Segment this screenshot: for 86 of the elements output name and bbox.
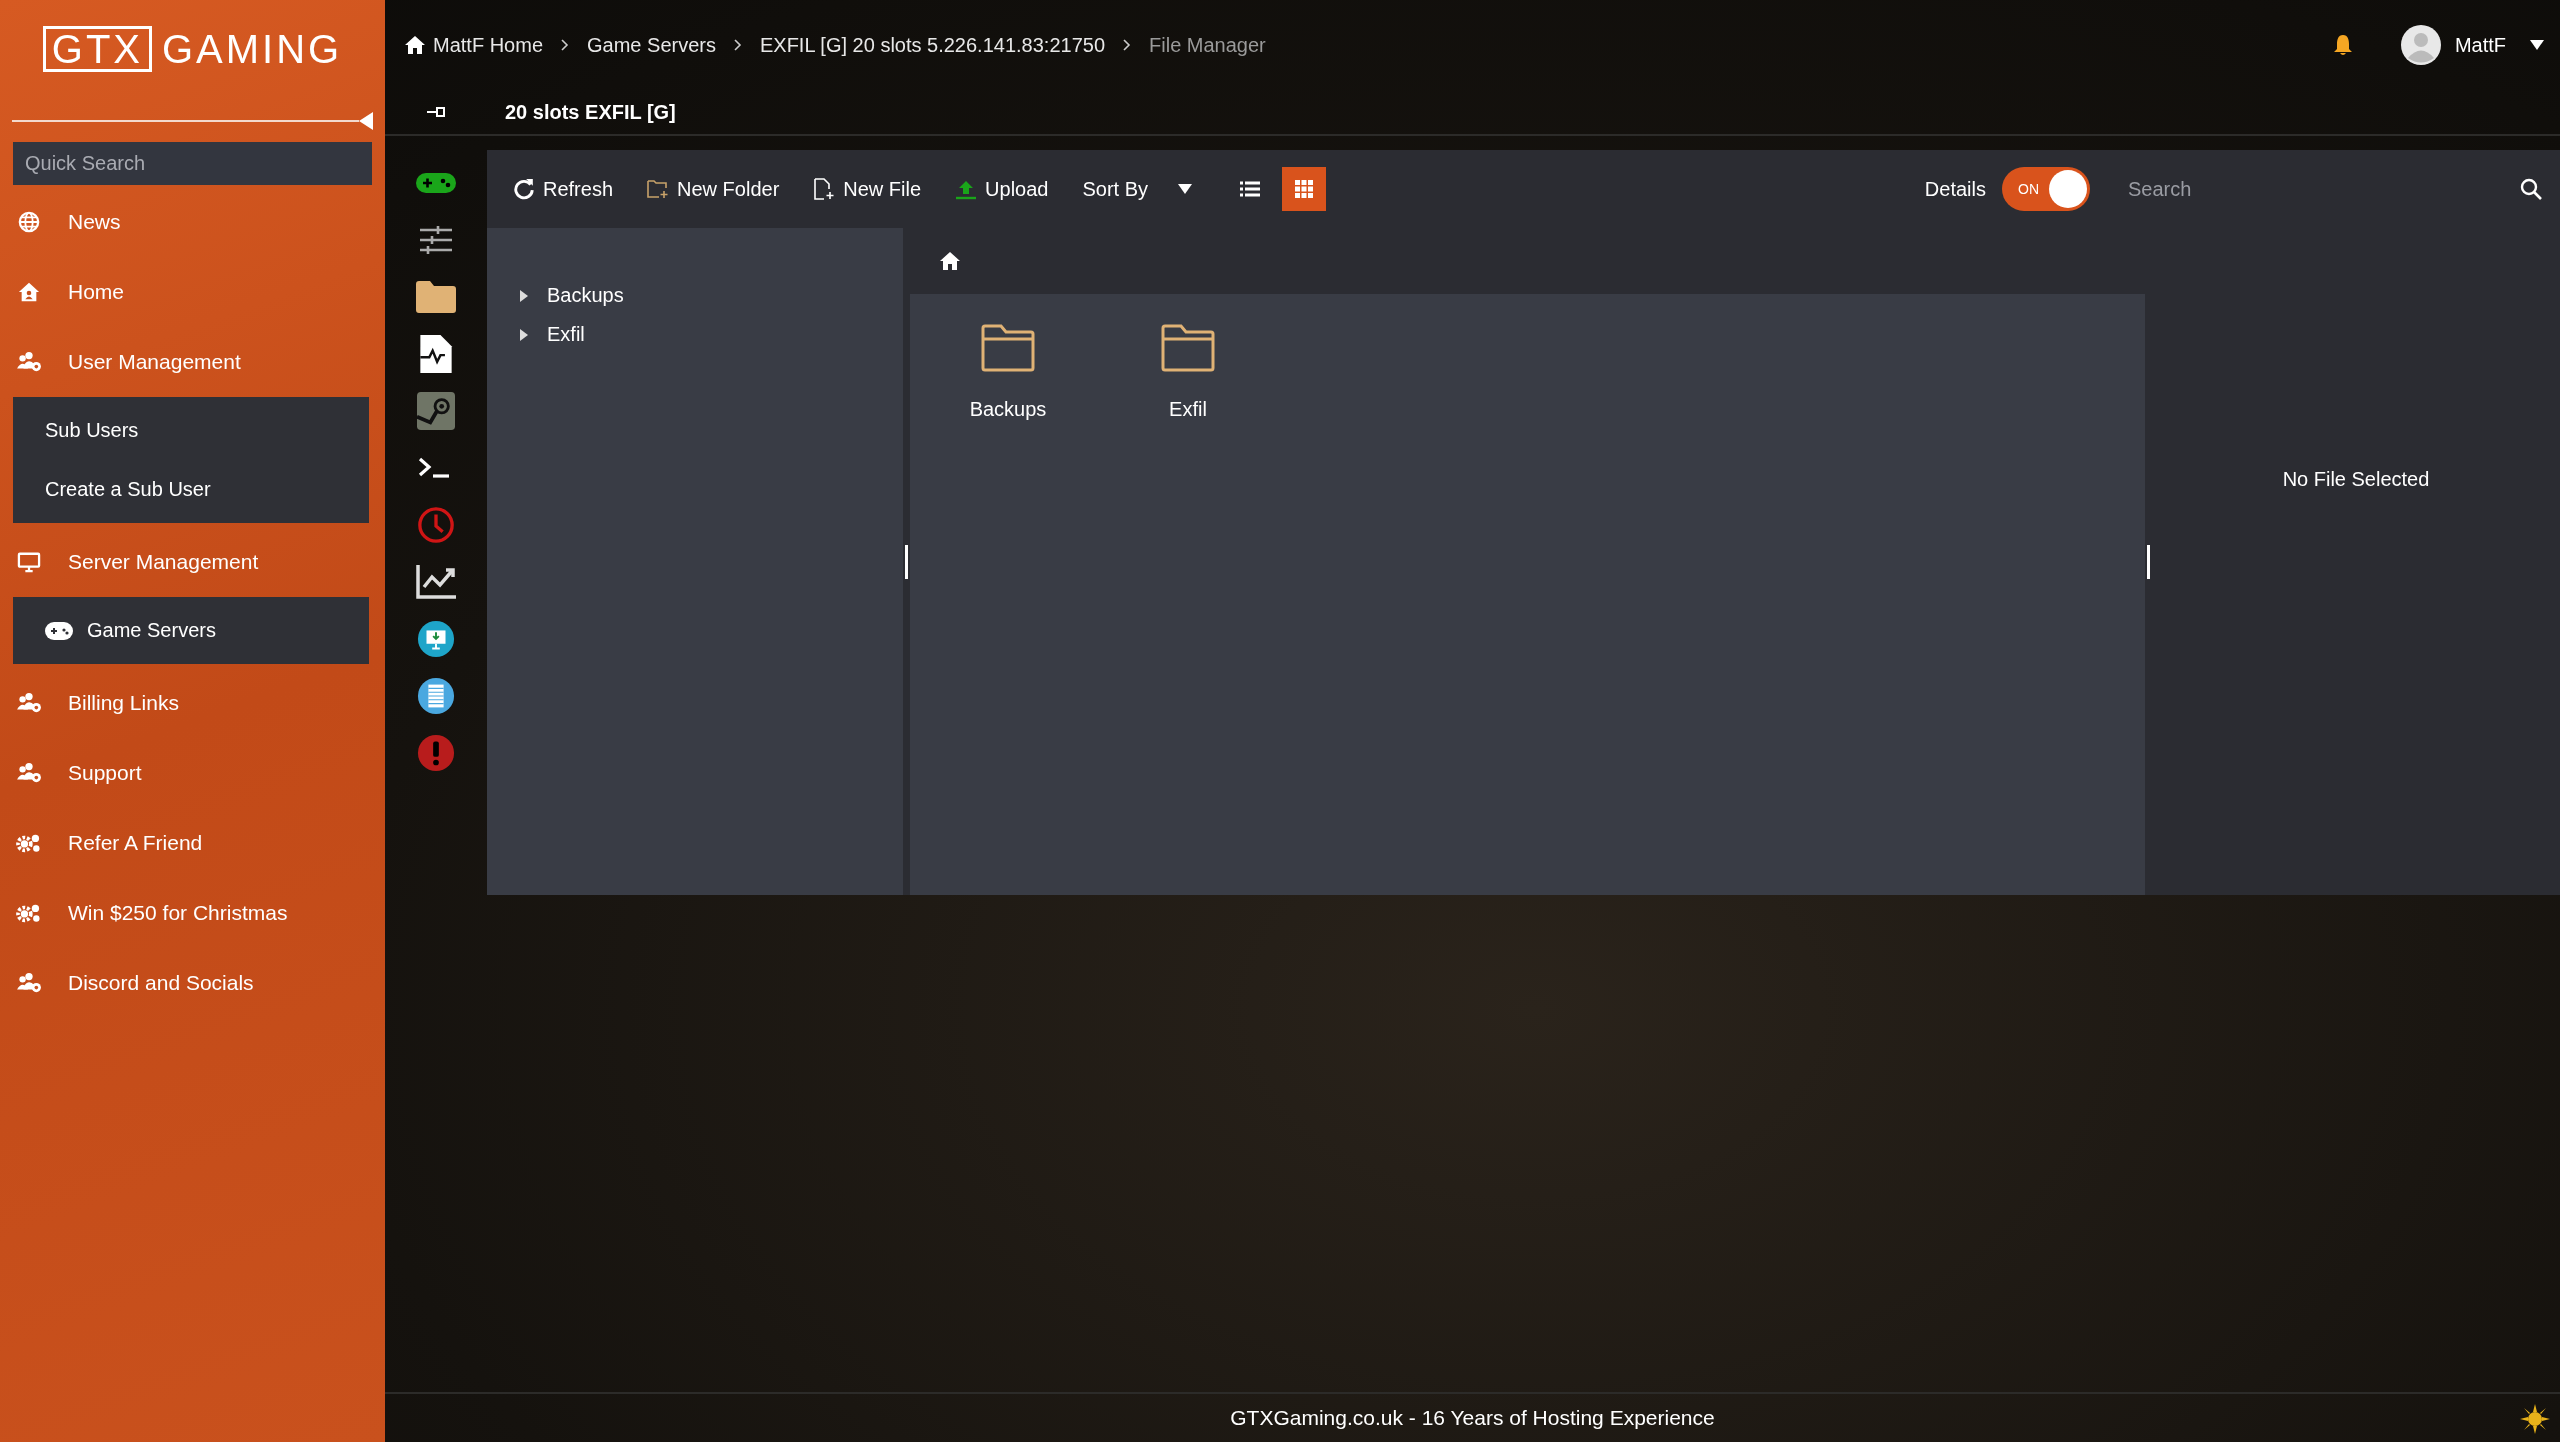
home-icon[interactable] xyxy=(940,252,960,270)
breadcrumb-link[interactable]: Game Servers xyxy=(587,33,716,57)
tree-item[interactable]: Exfil xyxy=(487,323,585,346)
refresh-icon xyxy=(513,178,535,200)
gears-icon xyxy=(16,832,42,854)
sidebar-item-label: Discord and Socials xyxy=(68,971,254,995)
user-name[interactable]: MattF xyxy=(2454,33,2506,57)
monitor-icon xyxy=(16,551,42,573)
caret-icon xyxy=(519,289,529,302)
steam-icon[interactable] xyxy=(416,392,456,430)
home-icon xyxy=(405,36,425,54)
folder-icon[interactable] xyxy=(416,278,456,316)
toolbar-button[interactable]: New Folder xyxy=(635,166,792,212)
house-user-icon xyxy=(16,281,42,303)
sidebar-item[interactable]: Support xyxy=(0,738,142,808)
sidebar-item[interactable]: Server Management xyxy=(0,527,259,597)
sun-icon[interactable] xyxy=(2520,1404,2550,1434)
sidebar-item-label: Server Management xyxy=(68,550,259,574)
breadcrumb-link[interactable]: MattF Home xyxy=(405,33,544,57)
tree-item[interactable]: Backups xyxy=(487,284,624,307)
collapse-arrow-icon[interactable] xyxy=(359,112,373,130)
toolbar-button[interactable]: New File xyxy=(801,166,934,212)
monitor-download-icon[interactable] xyxy=(416,620,456,658)
gamepad-icon xyxy=(45,621,73,640)
sidebar-item-label: Support xyxy=(68,761,142,785)
clock-icon[interactable] xyxy=(416,506,456,544)
no-file-message: No File Selected xyxy=(2282,468,2430,492)
details-toggle[interactable]: ON xyxy=(2002,167,2090,211)
submenu-item[interactable]: Sub Users xyxy=(13,401,139,460)
sidebar-item-label: Refer A Friend xyxy=(68,831,203,855)
file-plus-icon xyxy=(813,178,836,200)
folder-plus-icon xyxy=(647,178,670,200)
caret-icon xyxy=(1178,184,1193,194)
grid-view-button[interactable] xyxy=(1282,167,1327,211)
users-gear-icon xyxy=(16,351,42,373)
breadcrumb-link[interactable]: File Manager xyxy=(1149,33,1266,57)
resize-handle[interactable] xyxy=(905,544,908,579)
upload-icon xyxy=(955,178,978,200)
sidebar-item[interactable]: User Management xyxy=(0,327,241,397)
sidebar-item-label: News xyxy=(68,210,121,234)
search-icon[interactable] xyxy=(2520,178,2542,200)
toolbar-button[interactable]: Refresh xyxy=(501,166,626,212)
sidebar-item[interactable]: Billing Links xyxy=(0,668,179,738)
sidebar-item[interactable]: Win $250 for Christmas xyxy=(0,878,288,948)
grid-icon xyxy=(1295,180,1314,198)
sidebar-item-label: Billing Links xyxy=(68,691,179,715)
toolbar-button[interactable]: Upload xyxy=(943,166,1061,212)
server-title: 20 slots EXFIL [G] xyxy=(505,100,676,124)
chevron-icon xyxy=(1123,39,1132,51)
users-gear-icon xyxy=(16,972,42,994)
sidebar-item-label: Win $250 for Christmas xyxy=(68,901,288,925)
avatar-icon[interactable] xyxy=(2400,25,2441,65)
resize-handle[interactable] xyxy=(2147,544,2150,579)
sidebar-item-label: User Management xyxy=(68,350,241,374)
caret-icon xyxy=(519,328,529,341)
sidebar-item-label: Home xyxy=(68,280,125,304)
gears-icon xyxy=(16,902,42,924)
sort-dropdown[interactable]: Sort By xyxy=(1070,166,1205,212)
quick-search-field[interactable]: Quick Search xyxy=(13,142,372,185)
list-icon xyxy=(1240,181,1261,197)
submenu-item[interactable]: Game Servers xyxy=(13,601,216,660)
folder-item[interactable]: Exfil xyxy=(1138,324,1238,421)
search-field[interactable]: Search xyxy=(2126,166,2510,212)
alert-icon[interactable] xyxy=(416,734,456,772)
caret-icon[interactable] xyxy=(2530,40,2544,50)
folder-icon xyxy=(1161,324,1215,372)
logo[interactable]: GTX GAMING xyxy=(42,26,343,72)
folder-icon xyxy=(981,324,1035,372)
folder-item[interactable]: Backups xyxy=(958,324,1058,421)
sidebar-item[interactable]: Home xyxy=(0,257,125,327)
chart-line-icon[interactable] xyxy=(416,563,456,601)
users-gear-icon xyxy=(16,692,42,714)
globe-icon xyxy=(16,211,42,233)
bell-icon[interactable] xyxy=(2332,34,2353,56)
chevron-icon xyxy=(561,39,570,51)
sidebar-item[interactable]: Discord and Socials xyxy=(0,948,254,1018)
server-rack-icon[interactable] xyxy=(416,677,456,715)
submenu-item[interactable]: Create a Sub User xyxy=(13,460,211,519)
footer-text: GTXGaming.co.uk - 16 Years of Hosting Experience xyxy=(1230,1406,1715,1430)
pin-icon[interactable] xyxy=(427,105,447,119)
sidebar-item[interactable]: Refer A Friend xyxy=(0,808,203,878)
details-label: Details xyxy=(1924,177,1986,201)
users-gear-icon xyxy=(16,762,42,784)
chevron-icon xyxy=(733,39,742,51)
sidebar-item[interactable]: News xyxy=(0,187,121,257)
breadcrumb-link[interactable]: EXFIL [G] 20 slots 5.226.141.83:21750 xyxy=(759,33,1106,57)
